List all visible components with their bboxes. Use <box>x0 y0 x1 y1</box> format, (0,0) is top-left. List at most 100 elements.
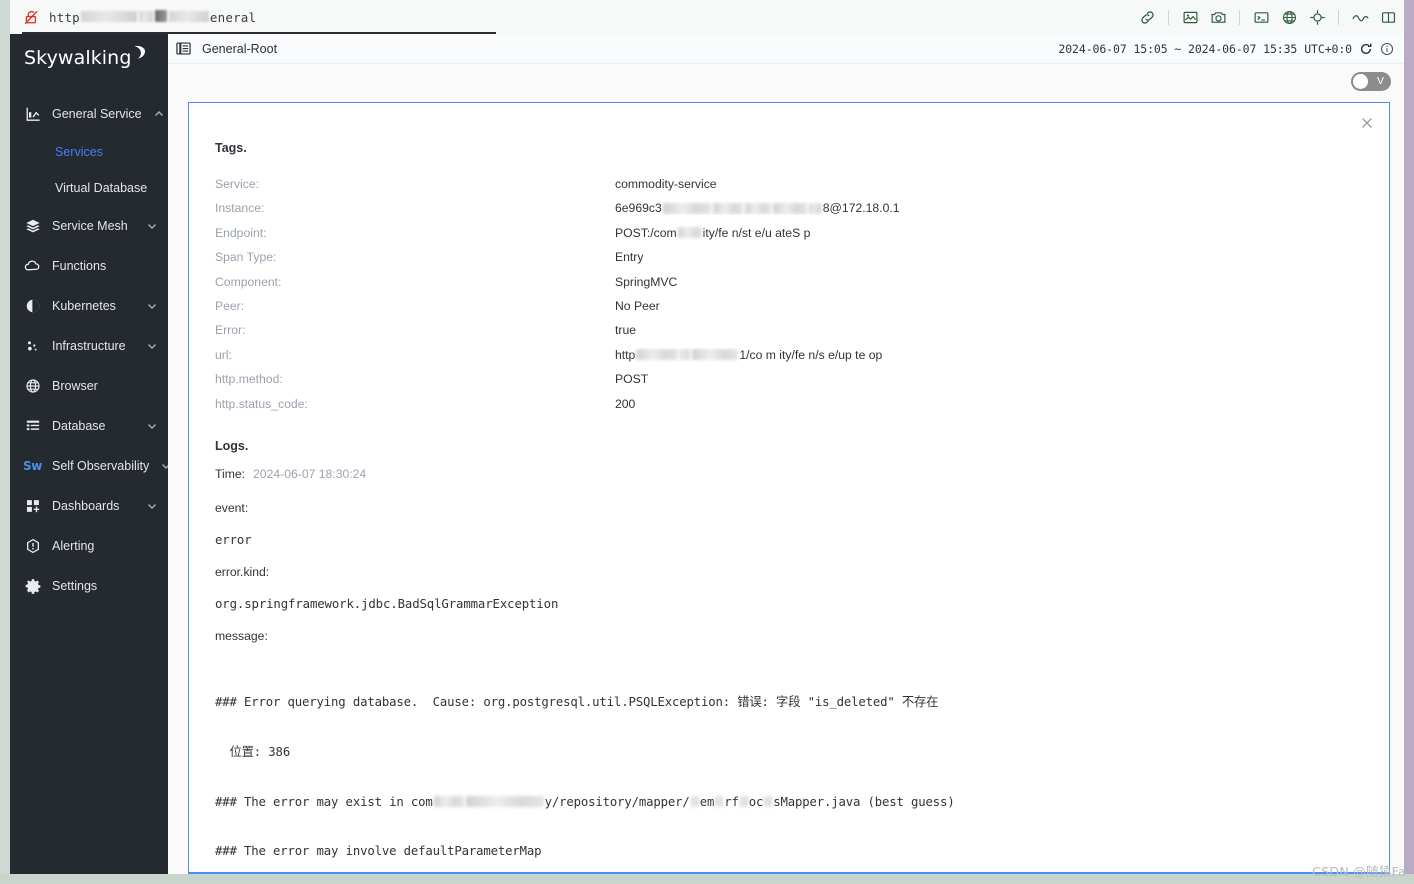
sidebar-label-settings: Settings <box>52 579 98 593</box>
window-right-edge <box>1404 0 1414 884</box>
close-icon[interactable] <box>1359 115 1375 131</box>
tag-row-instance: Instance: 6e969c3 8@172.18.0.1 <box>215 201 1363 225</box>
tag-value: POST:/com ity/fe n/st e/u ateS p <box>615 226 810 240</box>
sidebar-label-kubernetes: Kubernetes <box>52 299 116 313</box>
tag-key: http.method: <box>215 372 283 387</box>
info-circle-icon[interactable] <box>1380 42 1394 56</box>
url-suffix: eneral <box>209 9 257 25</box>
tag-redacted <box>808 202 822 214</box>
view-toggle-switch[interactable]: V <box>1351 71 1391 91</box>
sidebar-label-database: Database <box>52 419 106 433</box>
log-errorkind-key: error.kind: <box>215 564 270 579</box>
panel-body: Tags. Service: commodity-service Instanc… <box>189 103 1389 874</box>
link-icon[interactable] <box>1137 8 1157 26</box>
log-message-line: ### Error querying database. Cause: org.… <box>215 695 939 710</box>
sidebar-item-virtual-database[interactable]: Virtual Database <box>10 170 168 206</box>
split-panel-icon[interactable] <box>1378 8 1398 26</box>
sidebar-nav: General Service Services Virtual Databas… <box>10 94 171 606</box>
sidebar-item-service-mesh[interactable]: Service Mesh <box>10 206 168 246</box>
tag-key: Span Type: <box>215 250 277 265</box>
cloud-icon <box>24 258 41 275</box>
globe-icon[interactable] <box>1279 8 1299 26</box>
tag-redacted <box>680 349 691 361</box>
sidebar-label-infrastructure: Infrastructure <box>52 339 126 353</box>
tag-row-span-type: Span Type: Entry <box>215 250 1363 274</box>
not-secure-icon <box>24 10 39 25</box>
tag-key: Service: <box>215 177 260 191</box>
alert-hexagon-icon <box>24 538 41 555</box>
url-redacted-3 <box>154 9 167 22</box>
tag-redacted <box>744 202 771 214</box>
sidebar-item-infrastructure[interactable]: Infrastructure <box>10 326 168 366</box>
time-range-picker[interactable]: 2024-06-07 15:05 ~ 2024-06-07 15:35 UTC+… <box>1058 42 1394 56</box>
tag-value: SpringMVC <box>615 274 678 289</box>
refresh-icon[interactable] <box>1359 42 1373 56</box>
tag-value-prefix: 6e969c3 <box>615 201 662 216</box>
tag-value-suffix: 8@172.18.0.1 <box>822 201 900 216</box>
sidebar-label-browser: Browser <box>52 379 98 393</box>
app-viewport: Skywalking General Service Services Virt… <box>10 34 1404 874</box>
tag-redacted <box>636 349 679 361</box>
url-text: http eneral <box>49 9 257 25</box>
breadcrumb[interactable]: General-Root <box>202 42 277 56</box>
window-bottom-edge <box>0 874 1414 884</box>
image-broken-icon[interactable] <box>1180 8 1200 26</box>
address-bar[interactable]: http eneral <box>0 9 1137 25</box>
pie-chart-icon <box>24 298 41 315</box>
tag-key: url: <box>215 347 232 362</box>
browser-chrome: http eneral <box>0 0 1414 34</box>
tag-key: Instance: <box>215 201 265 216</box>
log-time-label: Time: <box>215 466 246 481</box>
sidebar-item-browser[interactable]: Browser <box>10 366 168 406</box>
database-list-icon <box>24 418 41 435</box>
globe-icon <box>24 378 41 395</box>
tag-value: Entry <box>615 250 644 265</box>
moon-icon <box>132 45 146 65</box>
tag-redacted <box>692 349 739 361</box>
sidebar-item-dashboards[interactable]: Dashboards <box>10 486 168 526</box>
terminal-icon[interactable] <box>1251 8 1271 26</box>
tag-value-suffix: ity/fe n/st e/u ateS p <box>702 225 811 240</box>
dots-icon <box>24 338 41 355</box>
url-prefix: http <box>49 9 80 25</box>
time-range-text: 2024-06-07 15:05 ~ 2024-06-07 15:35 <box>1058 41 1298 56</box>
tags-list: Service: commodity-service Instance: 6e9… <box>215 177 1363 421</box>
tag-key: Peer: <box>215 298 245 313</box>
tag-row-http-status-code: http.status_code: 200 <box>215 397 1363 421</box>
sidebar-item-self-observability[interactable]: Sw Self Observability <box>10 446 171 486</box>
log-message-line: ### The error may involve defaultParamet… <box>215 844 542 859</box>
sidebar-item-functions[interactable]: Functions <box>10 246 168 286</box>
sidebar-item-general-service[interactable]: General Service <box>10 94 168 134</box>
sidebar-item-alerting[interactable]: Alerting <box>10 526 168 566</box>
squiggle-icon[interactable] <box>1350 8 1370 26</box>
camera-icon[interactable] <box>1208 8 1228 26</box>
tag-row-component: Component: SpringMVC <box>215 275 1363 299</box>
collapse-panel-icon[interactable] <box>176 41 192 57</box>
tag-row-endpoint: Endpoint: POST:/com ity/fe n/st e/u ateS … <box>215 226 1363 250</box>
window-left-edge <box>0 0 10 884</box>
sidebar-item-database[interactable]: Database <box>10 406 168 446</box>
log-errorkind-value: org.springframework.jdbc.BadSqlGrammarEx… <box>215 596 559 611</box>
tag-row-peer: Peer: No Peer <box>215 299 1363 323</box>
target-icon[interactable] <box>1307 8 1327 26</box>
tag-value: 200 <box>615 396 636 411</box>
panel-toolbar: V <box>168 64 1404 98</box>
tag-value: true <box>615 323 637 338</box>
toolbar-divider-1 <box>1168 9 1169 25</box>
url-redacted-2 <box>138 10 153 22</box>
chevron-down-icon <box>146 500 158 512</box>
tag-value-prefix: POST:/com <box>615 225 677 240</box>
sidebar-item-kubernetes[interactable]: Kubernetes <box>10 286 168 326</box>
chevron-down-icon <box>146 420 158 432</box>
log-event-key: event: <box>215 500 249 515</box>
logs-section-title: Logs. <box>215 438 249 453</box>
sidebar-label-dashboards: Dashboards <box>52 499 120 513</box>
sidebar-item-services[interactable]: Services <box>10 134 168 170</box>
sidebar-label-self-observability: Self Observability <box>52 459 150 473</box>
bar-chart-icon <box>24 106 41 123</box>
brand-logo[interactable]: Skywalking <box>10 34 168 82</box>
sidebar-item-settings[interactable]: Settings <box>10 566 168 606</box>
tag-redacted <box>677 227 702 239</box>
tag-value: POST <box>615 372 649 387</box>
sidebar: Skywalking General Service Services Virt… <box>10 34 171 874</box>
